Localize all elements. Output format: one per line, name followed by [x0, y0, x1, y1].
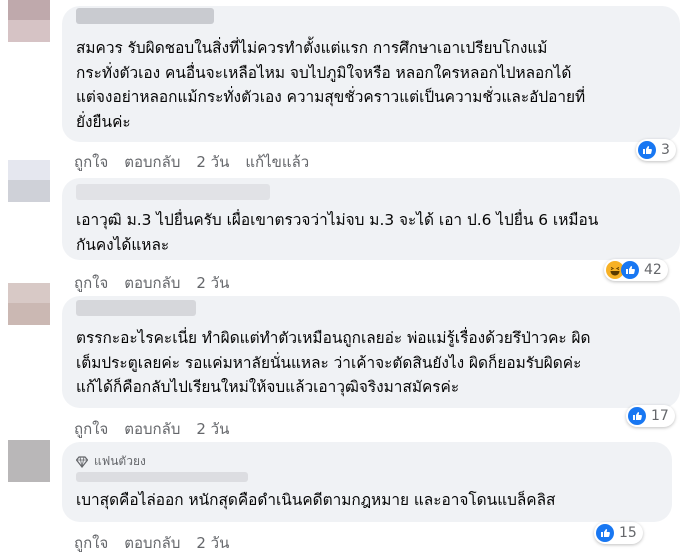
like-button[interactable]: ถูกใจ — [74, 531, 108, 555]
comment-actions: ถูกใจ ตอบกลับ 2 วัน — [74, 531, 245, 555]
comment-actions: ถูกใจ ตอบกลับ 2 วัน — [74, 417, 245, 441]
comment-bubble: เอาวุฒิ ม.3 ไปยื่นครับ เผื่อเขาตรวจว่าไม… — [62, 178, 680, 260]
commenter-name[interactable] — [76, 184, 270, 200]
commenter-avatar[interactable] — [8, 0, 50, 42]
like-button[interactable]: ถูกใจ — [74, 417, 108, 441]
reaction-summary[interactable]: 42 — [604, 259, 668, 281]
comment-text: เบาสุดคือไล่ออก หนักสุดคือดำเนินคดีตามกฎ… — [76, 491, 556, 509]
comment-time[interactable]: 2 วัน — [196, 150, 229, 174]
like-icon — [621, 261, 639, 279]
commenter-name[interactable] — [76, 472, 248, 482]
like-button[interactable]: ถูกใจ — [74, 271, 108, 295]
comment-bubble: ตรรกะอะไรคะเนี่ย ทำผิดแต่ทำตัวเหมือนถูกเ… — [62, 296, 680, 408]
like-icon — [596, 524, 614, 542]
reply-button[interactable]: ตอบกลับ — [124, 531, 180, 555]
comment-text: เอาวุฒิ ม.3 ไปยื่นครับ เผื่อเขาตรวจว่าไม… — [76, 211, 599, 254]
like-button[interactable]: ถูกใจ — [74, 150, 108, 174]
reaction-summary[interactable]: 15 — [594, 522, 643, 544]
reply-button[interactable]: ตอบกลับ — [124, 150, 180, 174]
top-fan-label: แฟนตัวยง — [94, 454, 146, 468]
like-icon — [638, 141, 656, 159]
reply-button[interactable]: ตอบกลับ — [124, 271, 180, 295]
comment-actions: ถูกใจ ตอบกลับ 2 วัน แก้ไขแล้ว — [74, 150, 325, 174]
reaction-count: 15 — [619, 525, 637, 541]
comment-time[interactable]: 2 วัน — [196, 417, 229, 441]
comment-bubble: แฟนตัวยง เบาสุดคือไล่ออก หนักสุดคือดำเนิ… — [62, 442, 672, 522]
like-icon — [628, 407, 646, 425]
diamond-icon — [76, 455, 88, 468]
reply-button[interactable]: ตอบกลับ — [124, 417, 180, 441]
comment-actions: ถูกใจ ตอบกลับ 2 วัน — [74, 271, 245, 295]
edited-label[interactable]: แก้ไขแล้ว — [245, 150, 309, 174]
reaction-count: 42 — [644, 262, 662, 278]
comment-bubble: สมควร รับผิดชอบในสิ่งที่ไม่ควรทำตั้งแต่แ… — [62, 6, 680, 142]
commenter-avatar[interactable] — [8, 283, 50, 325]
comment-text: ตรรกะอะไรคะเนี่ย ทำผิดแต่ทำตัวเหมือนถูกเ… — [76, 329, 591, 396]
comment-time[interactable]: 2 วัน — [196, 271, 229, 295]
reaction-summary[interactable]: 17 — [626, 405, 675, 427]
reaction-count: 17 — [651, 408, 669, 424]
commenter-name[interactable] — [76, 8, 214, 24]
commenter-avatar[interactable] — [8, 440, 50, 482]
commenter-name[interactable] — [76, 300, 196, 316]
reaction-count: 3 — [661, 142, 670, 158]
top-fan-badge[interactable]: แฟนตัวยง — [76, 452, 146, 471]
comment-time[interactable]: 2 วัน — [196, 531, 229, 555]
commenter-avatar[interactable] — [8, 160, 50, 202]
reaction-summary[interactable]: 3 — [636, 139, 676, 161]
comment-text: สมควร รับผิดชอบในสิ่งที่ไม่ควรทำตั้งแต่แ… — [76, 39, 586, 131]
